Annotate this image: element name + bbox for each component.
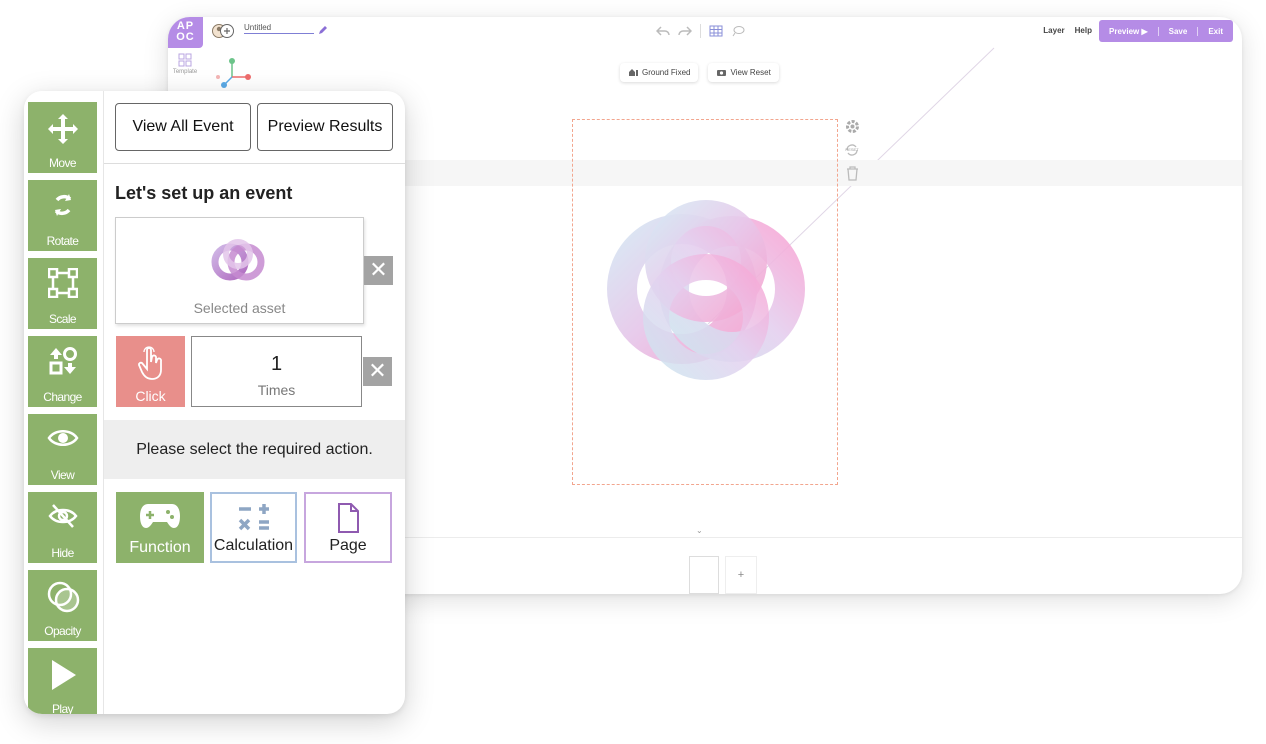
tool-scale[interactable]: Scale — [28, 258, 97, 329]
torus-knot-asset[interactable] — [602, 189, 808, 395]
tool-hide[interactable]: Hide — [28, 492, 97, 563]
scale-icon — [47, 268, 78, 298]
edit-toolbar — [656, 24, 745, 38]
event-setup-area: View All Event Preview Results Let's set… — [104, 91, 405, 714]
trigger-click-tile[interactable]: Click — [116, 336, 185, 407]
tool-view[interactable]: View — [28, 414, 97, 485]
change-shapes-icon — [49, 347, 77, 375]
action-calculation-label: Calculation — [213, 537, 294, 554]
view-controls: Ground Fixed View Reset — [620, 63, 779, 82]
tool-scale-label: Scale — [48, 312, 77, 326]
move-arrows-icon — [47, 114, 78, 144]
hand-pointer-icon — [138, 346, 162, 380]
logo-line-2: OC — [176, 31, 195, 43]
remove-asset-button[interactable]: ✕ — [364, 256, 393, 285]
tool-play[interactable]: Play — [28, 648, 97, 714]
action-function-button[interactable]: Function — [116, 492, 204, 563]
gamepad-icon — [140, 504, 180, 528]
tool-change[interactable]: Change — [28, 336, 97, 407]
times-label: Times — [257, 382, 296, 398]
toolbar-separator — [700, 24, 701, 38]
object-side-tools: RESET — [842, 119, 862, 181]
opacity-icon — [47, 581, 79, 613]
action-instruction: Please select the required action. — [104, 420, 405, 479]
ground-fixed-button[interactable]: Ground Fixed — [620, 63, 699, 82]
tool-hide-label: Hide — [51, 546, 74, 560]
reset-icon[interactable]: RESET — [844, 142, 860, 158]
page-document-icon — [338, 503, 359, 533]
action-page-label: Page — [329, 537, 367, 554]
editor-action-bar: Preview ▶ Save Exit — [1099, 20, 1233, 42]
tool-move[interactable]: Move — [28, 102, 97, 173]
save-button[interactable]: Save — [1157, 26, 1198, 36]
event-panel: Move Rotate Scale Change View Hide Opaci… — [24, 91, 405, 714]
editor-menu: Layer Help — [1043, 26, 1092, 35]
document-title-input[interactable]: Untitled — [244, 23, 314, 34]
ground-fixed-label: Ground Fixed — [642, 68, 691, 77]
header-divider — [104, 163, 405, 164]
times-value: 1 — [270, 353, 283, 375]
action-calculation-button[interactable]: Calculation — [210, 492, 297, 563]
add-user-icon[interactable] — [212, 23, 234, 39]
menu-layer[interactable]: Layer — [1043, 26, 1064, 35]
asset-thumbnail — [211, 239, 265, 281]
screen: AP OC Untitled Layer Help Preview ▶ Save — [0, 0, 1266, 744]
times-input[interactable]: 1 Times — [191, 336, 362, 407]
remove-trigger-button[interactable]: ✕ — [363, 357, 392, 386]
trash-icon[interactable] — [846, 166, 859, 181]
selected-asset-card[interactable]: Selected asset — [115, 217, 364, 324]
rotate-icon — [54, 194, 71, 216]
preview-results-button[interactable]: Preview Results — [257, 103, 393, 151]
action-page-button[interactable]: Page — [304, 492, 392, 563]
tool-rotate-label: Rotate — [46, 234, 79, 248]
section-heading: Let's set up an event — [115, 183, 293, 203]
view-reset-label: View Reset — [730, 68, 771, 77]
reset-icon-text: RESET — [845, 147, 859, 152]
action-function-label: Function — [129, 539, 191, 556]
sidebar-item-template[interactable]: Template — [170, 53, 200, 75]
grid-icon[interactable] — [709, 25, 723, 37]
redo-icon[interactable] — [678, 25, 692, 37]
calculator-symbols-icon — [238, 504, 269, 531]
lasso-icon[interactable] — [731, 25, 745, 37]
exit-button[interactable]: Exit — [1197, 26, 1233, 36]
pencil-icon[interactable] — [317, 24, 329, 36]
app-logo[interactable]: AP OC — [168, 17, 203, 48]
add-page-button[interactable]: + — [725, 556, 757, 594]
tool-opacity-label: Opacity — [44, 624, 81, 638]
tool-opacity[interactable]: Opacity — [28, 570, 97, 641]
camera-icon — [717, 70, 727, 76]
preview-button[interactable]: Preview ▶ — [1099, 27, 1158, 36]
menu-help[interactable]: Help — [1075, 26, 1092, 35]
settings-gear-icon[interactable] — [845, 119, 860, 134]
transform-toolbar: Move Rotate Scale Change View Hide Opaci… — [24, 91, 104, 714]
view-reset-button[interactable]: View Reset — [708, 63, 779, 82]
tool-change-label: Change — [43, 390, 82, 404]
collapse-chevron-icon[interactable]: ⌄ — [696, 526, 703, 535]
template-icon — [178, 53, 192, 67]
tool-play-label: Play — [52, 702, 74, 714]
selected-asset-label: Selected asset — [193, 300, 286, 316]
eye-icon — [46, 430, 79, 446]
sidebar-template-label: Template — [172, 69, 198, 75]
undo-icon[interactable] — [656, 25, 670, 37]
eye-off-icon — [47, 504, 78, 528]
ground-icon — [629, 69, 638, 76]
tool-move-label: Move — [49, 156, 77, 170]
tool-view-label: View — [50, 468, 75, 482]
view-all-event-button[interactable]: View All Event — [115, 103, 251, 151]
tool-rotate[interactable]: Rotate — [28, 180, 97, 251]
page-thumbnail[interactable] — [689, 556, 719, 594]
trigger-click-label: Click — [135, 388, 166, 404]
play-icon — [51, 660, 76, 690]
